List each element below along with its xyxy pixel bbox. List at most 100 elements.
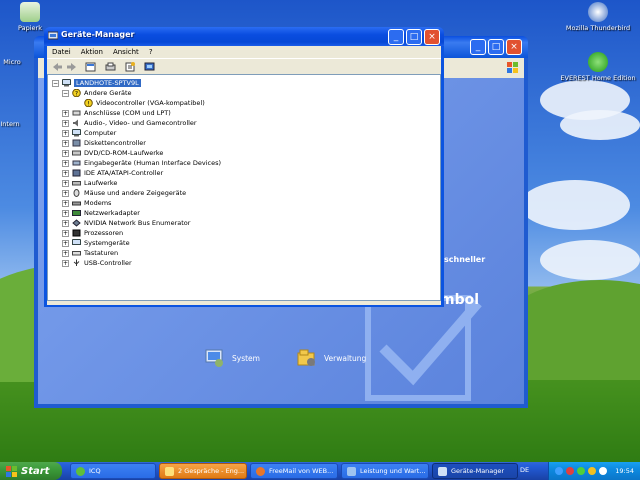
tree-item-anschluesse[interactable]: + Anschlüsse (COM und LPT) <box>62 108 171 118</box>
taskbar-button-freemail[interactable]: FreeMail von WEB... <box>250 463 338 479</box>
tree-item-netzwerkadapter[interactable]: + Netzwerkadapter <box>62 208 140 218</box>
cdrom-icon <box>72 150 81 156</box>
properties-icon[interactable] <box>125 62 136 72</box>
desktop-icon-label: Papierk <box>18 24 42 32</box>
language-indicator[interactable]: DE <box>520 466 529 474</box>
tree-item-eingabegeraete[interactable]: + Eingabegeräte (Human Interface Devices… <box>62 158 221 168</box>
bus-enumerator-icon <box>72 219 81 227</box>
device-manager-icon <box>438 466 447 476</box>
device-tree[interactable]: − LANDHOTE-SPTV9L − ? Andere Geräte ! Vi… <box>47 74 441 301</box>
expand-toggle[interactable]: + <box>62 159 69 167</box>
tree-item-nvidia-bus[interactable]: + NVIDIA Network Bus Enumerator <box>62 218 190 228</box>
close-button[interactable]: × <box>424 29 440 45</box>
tree-item-label: Systemgeräte <box>84 239 130 247</box>
tree-item-systemgeraete[interactable]: + Systemgeräte <box>62 238 130 248</box>
taskbar-button-label: Geräte-Manager <box>451 467 505 475</box>
expand-toggle[interactable]: + <box>62 149 69 157</box>
tree-item-dvd[interactable]: + DVD/CD-ROM-Laufwerke <box>62 148 163 158</box>
expand-toggle[interactable]: + <box>62 249 69 257</box>
expand-toggle[interactable]: + <box>62 129 69 137</box>
tree-item-laufwerke[interactable]: + Laufwerke <box>62 178 117 188</box>
print-icon[interactable] <box>105 62 116 72</box>
usb-icon <box>73 259 80 266</box>
tree-item-diskettencontroller[interactable]: + Diskettencontroller <box>62 138 146 148</box>
expand-toggle[interactable]: + <box>62 119 69 127</box>
menubar: Datei Aktion Ansicht ? <box>47 46 441 58</box>
collapse-toggle[interactable]: − <box>52 79 59 87</box>
taskbar: Start ICQ 2 Gespräche - Eng... FreeMail … <box>0 462 640 480</box>
system-link[interactable]: System <box>204 348 260 368</box>
desktop-icon-thunderbird[interactable]: Mozilla Thunderbird <box>558 2 638 32</box>
expand-toggle[interactable]: + <box>62 109 69 117</box>
computer-icon <box>62 79 71 87</box>
icq-flower-icon <box>76 466 85 476</box>
device-manager-window[interactable]: Geräte-Manager _ □ × Datei Aktion Ansich… <box>44 27 444 307</box>
tree-root[interactable]: − LANDHOTE-SPTV9L <box>52 78 141 88</box>
tray-network-icon[interactable] <box>555 467 563 475</box>
close-button[interactable]: × <box>506 39 522 55</box>
expand-toggle[interactable]: + <box>62 179 69 187</box>
expand-toggle[interactable]: + <box>62 169 69 177</box>
recycle-bin-icon <box>20 2 40 22</box>
expand-toggle[interactable]: + <box>62 259 69 267</box>
menu-help[interactable]: ? <box>144 48 158 56</box>
back-arrow-icon[interactable] <box>52 62 63 72</box>
tree-item-label: Laufwerke <box>84 179 118 187</box>
svg-text:!: ! <box>87 101 89 108</box>
menu-datei[interactable]: Datei <box>47 48 76 56</box>
tree-item-label: Modems <box>84 199 112 207</box>
verwaltung-link[interactable]: Verwaltung <box>296 348 366 368</box>
desktop-icon-everest[interactable]: EVEREST Home Edition <box>558 52 638 82</box>
expand-toggle[interactable]: + <box>62 199 69 207</box>
expand-toggle[interactable]: + <box>62 189 69 197</box>
tree-item-label: Mäuse und andere Zeigegeräte <box>84 189 187 197</box>
maximize-button[interactable]: □ <box>488 39 504 55</box>
tree-item-tastaturen[interactable]: + Tastaturen <box>62 248 118 258</box>
collapse-toggle[interactable]: − <box>62 89 69 97</box>
start-button[interactable]: Start <box>0 462 62 480</box>
taskbar-button-gespraeche[interactable]: 2 Gespräche - Eng... <box>159 463 247 479</box>
clock[interactable]: 19:54 <box>615 467 634 475</box>
tree-item-maeuse[interactable]: + Mäuse und andere Zeigegeräte <box>62 188 186 198</box>
tree-item-prozessoren[interactable]: + Prozessoren <box>62 228 123 238</box>
taskbar-button-leistung[interactable]: Leistung und Wart... <box>341 463 429 479</box>
menu-aktion[interactable]: Aktion <box>76 48 108 56</box>
tree-item-ide[interactable]: + IDE ATA/ATAPI-Controller <box>62 168 163 178</box>
tree-item-label: Computer <box>84 129 117 137</box>
tray-volume-icon[interactable] <box>599 467 607 475</box>
taskbar-button-icq[interactable]: ICQ <box>70 463 156 479</box>
unknown-device-warning-icon: ? <box>72 89 81 97</box>
tree-item-usb[interactable]: + USB-Controller <box>62 258 132 268</box>
tray-chat-icon[interactable] <box>588 467 596 475</box>
view-icon[interactable] <box>85 62 96 72</box>
minimize-button[interactable]: _ <box>470 39 486 55</box>
tree-item-andere-geraete[interactable]: − ? Andere Geräte <box>62 88 132 98</box>
start-label: Start <box>21 465 50 477</box>
expand-toggle[interactable]: + <box>62 139 69 147</box>
cloud <box>560 110 640 140</box>
floppy-controller-icon <box>72 139 81 147</box>
forward-arrow-icon[interactable] <box>66 62 77 72</box>
expand-toggle[interactable]: + <box>62 209 69 217</box>
tree-item-label: Videocontroller (VGA-kompatibel) <box>96 99 205 107</box>
mouse-icon <box>73 189 80 197</box>
device-manager-titlebar[interactable]: Geräte-Manager _ □ × <box>44 27 444 46</box>
maximize-button[interactable]: □ <box>406 29 422 45</box>
expand-toggle[interactable]: + <box>62 239 69 247</box>
tree-item-computer[interactable]: + Computer <box>62 128 116 138</box>
system-link-label: System <box>232 353 260 363</box>
expand-toggle[interactable]: + <box>62 219 69 227</box>
tree-item-audio[interactable]: + Audio-, Video- und Gamecontroller <box>62 118 197 128</box>
taskbar-button-geraete-manager[interactable]: Geräte-Manager <box>432 463 518 479</box>
minimize-button[interactable]: _ <box>388 29 404 45</box>
expand-toggle[interactable]: + <box>62 229 69 237</box>
tray-security-icon[interactable] <box>566 467 574 475</box>
tree-item-label: Eingabegeräte (Human Interface Devices) <box>84 159 222 167</box>
tree-item-modems[interactable]: + Modems <box>62 198 111 208</box>
tray-icq-icon[interactable] <box>577 467 585 475</box>
tree-item-label: IDE ATA/ATAPI-Controller <box>84 169 164 177</box>
tree-item-videocontroller[interactable]: ! Videocontroller (VGA-kompatibel) <box>84 98 205 108</box>
scan-hardware-icon[interactable] <box>144 62 155 72</box>
tree-item-label: Netzwerkadapter <box>84 209 140 217</box>
menu-ansicht[interactable]: Ansicht <box>108 48 144 56</box>
